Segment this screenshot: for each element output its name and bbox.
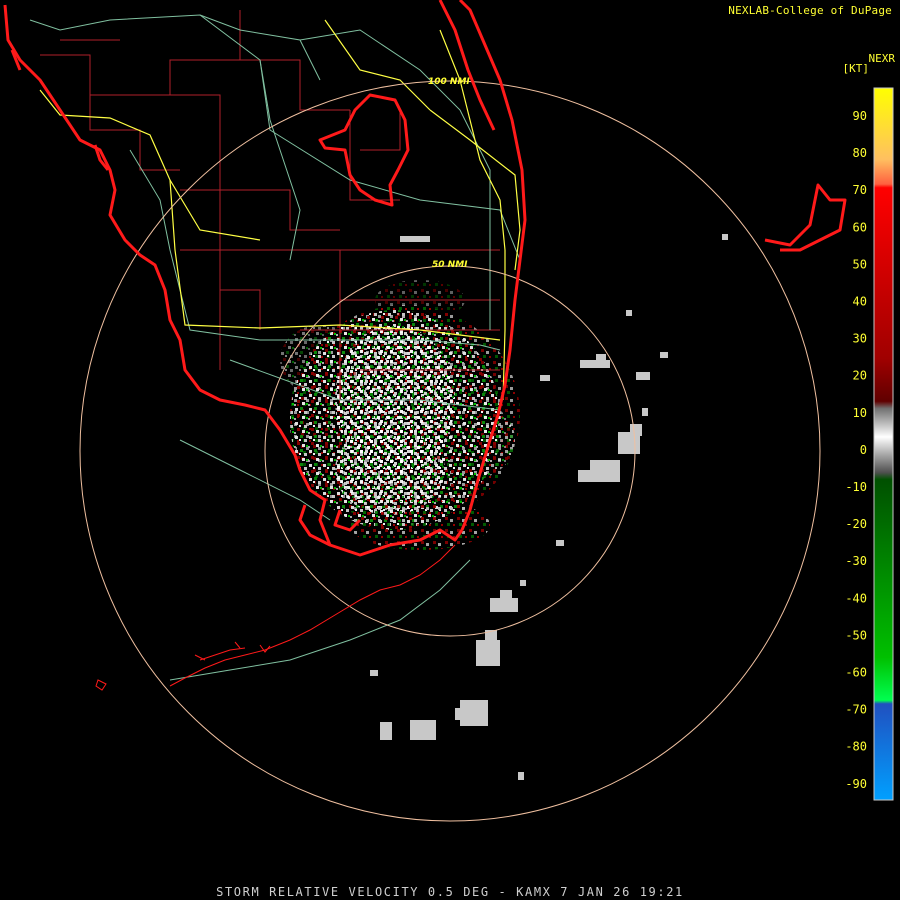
product-label: NEXR — [868, 52, 896, 65]
legend-tick-20: 20 — [853, 369, 867, 383]
velocity-legend: 90 80 70 60 50 40 30 20 10 0 -10 -20 -30 -40 -50 -60 -70… — [845, 87, 894, 801]
legend-tick--30: -30 — [845, 554, 867, 568]
legend-tick--80: -80 — [845, 740, 867, 754]
legend-tick-30: 30 — [853, 332, 867, 346]
legend-tick-70: 70 — [853, 183, 867, 197]
ring-label-100: 100 NMI — [428, 77, 470, 87]
product-caption: STORM RELATIVE VELOCITY 0.5 DEG - KAMX 7… — [216, 885, 684, 899]
credit-label: NEXLAB-College of DuPage — [728, 4, 892, 17]
legend-tick--50: -50 — [845, 628, 867, 642]
legend-tick--40: -40 — [845, 591, 867, 605]
legend-tick-90: 90 — [853, 109, 867, 123]
legend-tick--70: -70 — [845, 703, 867, 717]
legend-tick-40: 40 — [853, 295, 867, 309]
ring-label-50: 50 NMI — [432, 260, 468, 270]
unit-label: [KT] — [842, 62, 870, 75]
velocity-color-bar — [873, 87, 894, 801]
legend-tick-60: 60 — [853, 220, 867, 234]
legend-tick-50: 50 — [853, 257, 867, 271]
legend-tick-10: 10 — [853, 406, 867, 420]
legend-tick-80: 80 — [853, 146, 867, 160]
radar-echoes — [280, 234, 728, 780]
legend-tick--20: -20 — [845, 517, 867, 531]
legend-tick-0: 0 — [860, 443, 867, 457]
radar-map: 50 NMI 100 NMI 90 80 70 60 50 40 30 20 10 0 -10 -20… — [3, 0, 894, 822]
legend-tick--10: -10 — [845, 480, 867, 494]
florida-keys — [95, 544, 456, 691]
legend-tick--90: -90 — [845, 777, 867, 791]
legend-tick--60: -60 — [845, 666, 867, 680]
